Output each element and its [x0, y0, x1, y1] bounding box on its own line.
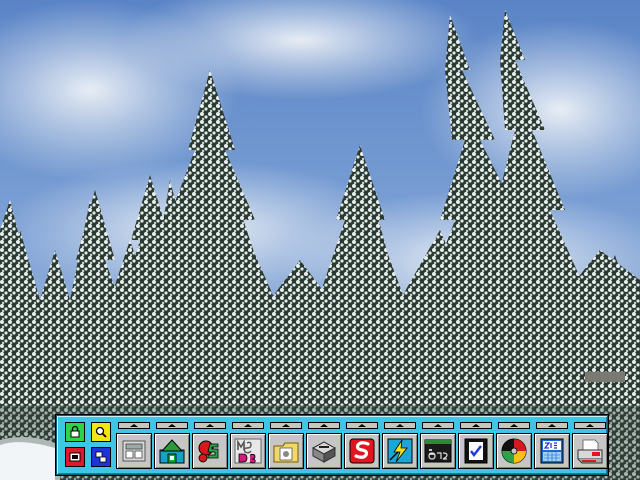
drive-a-button[interactable] [306, 433, 342, 469]
lightning-program-button[interactable] [382, 433, 418, 469]
drawer-tab-3[interactable] [194, 422, 226, 429]
find-icon [95, 426, 107, 438]
printer-button[interactable] [572, 433, 608, 469]
drawer-tab-2[interactable] [156, 422, 188, 429]
checklist-icon [464, 438, 488, 464]
lock-icon [70, 425, 80, 438]
templates-button[interactable] [116, 433, 152, 469]
drawer-tab-8[interactable] [384, 422, 416, 429]
shutdown-button[interactable] [65, 447, 85, 467]
window-list-button[interactable] [91, 447, 111, 467]
drawer-tab-11[interactable] [498, 422, 530, 429]
os2-system-icon [159, 439, 185, 464]
launchpad-mini-column-right [91, 422, 113, 472]
find-button[interactable] [91, 422, 111, 442]
shutdown-icon [69, 452, 81, 462]
calendar-icon [540, 438, 564, 464]
drives-folder-button[interactable] [268, 433, 304, 469]
window-list-icon [95, 451, 107, 463]
cd-player-icon [501, 438, 527, 464]
drives-folder-icon [273, 442, 299, 463]
os2-system-button[interactable] [154, 433, 190, 469]
cd-player-button[interactable] [496, 433, 532, 469]
printer-icon [577, 439, 603, 464]
templates-icon [122, 440, 146, 462]
dos-window-icon [234, 438, 262, 464]
drawer-tab-4[interactable] [232, 422, 264, 429]
snowy-pine-trees-wallpaper [0, 0, 640, 480]
drawer-tab-9[interactable] [422, 422, 454, 429]
lock-button[interactable] [65, 422, 85, 442]
drawer-tab-1[interactable] [118, 422, 150, 429]
drawer-tab-10[interactable] [460, 422, 492, 429]
s-program-icon [349, 438, 375, 464]
desktop-wallpaper [0, 0, 640, 480]
drawer-tab-7[interactable] [346, 422, 378, 429]
os2-window-icon [198, 440, 219, 463]
drawer-tab-5[interactable] [270, 422, 302, 429]
drawer-tab-6[interactable] [308, 422, 340, 429]
os2-command-prompt-icon [424, 439, 452, 463]
os2-window-button[interactable] [192, 433, 228, 469]
os2-command-prompt-button[interactable] [420, 433, 456, 469]
calendar-button[interactable] [534, 433, 570, 469]
lightning-program-icon [387, 438, 413, 464]
drawer-tab-13[interactable] [574, 422, 606, 429]
dos-window-button[interactable] [230, 433, 266, 469]
drive-a-icon [311, 441, 337, 463]
drawer-tab-12[interactable] [536, 422, 568, 429]
s-program-button[interactable] [344, 433, 380, 469]
checklist-button[interactable] [458, 433, 494, 469]
launchpad-toolbar [56, 415, 608, 475]
launchpad-mini-column-left [65, 422, 87, 472]
